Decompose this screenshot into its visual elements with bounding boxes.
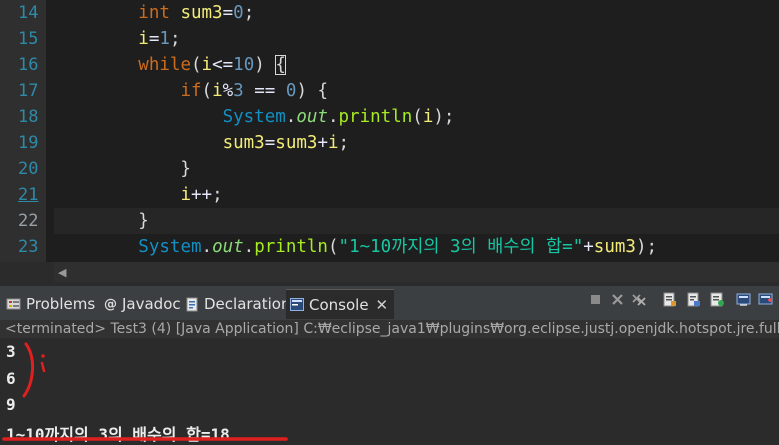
declaration-icon	[186, 297, 198, 311]
console-status-line: <terminated> Test3 (4) [Java Application…	[0, 320, 779, 338]
line-number: 23	[18, 237, 39, 257]
console-output-line: 1~10까지의 3의 배수의 합=18	[6, 425, 230, 444]
console-output-line: 9	[6, 395, 16, 414]
code-line[interactable]: sum3=sum3+i;	[54, 130, 779, 156]
code-line[interactable]: while(i<=10) {	[54, 52, 779, 78]
console-output[interactable]: 3 6 9 1~10까지의 3의 배수의 합=18	[0, 338, 779, 444]
tab-problems[interactable]: Problems	[6, 294, 95, 314]
scroll-gutter	[0, 262, 54, 282]
line-number: 15	[18, 29, 39, 49]
horizontal-scrollbar[interactable]: ◀	[54, 262, 779, 282]
javadoc-icon: @	[104, 296, 117, 312]
remove-all-icon[interactable]	[631, 292, 646, 307]
line-number-current: 22	[18, 211, 39, 231]
tab-javadoc[interactable]: @ Javadoc	[104, 294, 181, 314]
console-output-line: 3	[6, 342, 16, 361]
tab-label: Console	[309, 295, 369, 314]
line-number: 21	[18, 185, 39, 205]
line-number-gutter: 14 15 16 17 18 19 20 21 22 23	[4, 0, 46, 262]
pin-console-icon[interactable]	[710, 292, 725, 307]
word-wrap-icon[interactable]	[686, 292, 701, 307]
code-line[interactable]: i=1;	[54, 26, 779, 52]
code-editor[interactable]: 14 15 16 17 18 19 20 21 22 23 int sum3=0…	[0, 0, 779, 262]
close-icon[interactable]: ✕	[376, 296, 389, 314]
line-number: 18	[18, 107, 39, 127]
code-area[interactable]: int sum3=0; i=1; while(i<=10) { if(i%3 =…	[54, 0, 779, 262]
scroll-left-arrow-icon[interactable]: ◀	[58, 266, 66, 279]
tab-label: Problems	[26, 295, 96, 313]
problems-icon	[6, 298, 21, 310]
code-line[interactable]: System.out.println(i);	[54, 104, 779, 130]
code-line[interactable]: }	[54, 156, 779, 182]
line-number: 16	[18, 55, 39, 75]
line-number: 19	[18, 133, 39, 153]
tab-label: Declaration	[204, 295, 291, 313]
tab-declaration[interactable]: Declaration	[186, 294, 290, 314]
code-line[interactable]: System.out.println("1~10까지의 3의 배수의 합="+s…	[54, 234, 779, 260]
open-console-icon[interactable]	[758, 292, 773, 307]
display-selected-console-icon[interactable]	[736, 292, 751, 307]
line-number: 14	[18, 3, 39, 23]
code-line-current[interactable]: }	[54, 208, 779, 234]
code-line[interactable]: int sum3=0;	[54, 0, 779, 26]
tab-console[interactable]: Console ✕	[286, 289, 395, 319]
tab-label: Javadoc	[122, 295, 181, 313]
scroll-lock-icon[interactable]	[662, 292, 677, 307]
terminate-icon[interactable]	[588, 292, 603, 307]
code-line[interactable]: if(i%3 == 0) {	[54, 78, 779, 104]
remove-launch-icon[interactable]	[610, 292, 625, 307]
console-output-line: 6	[6, 369, 16, 388]
console-icon	[290, 298, 304, 311]
line-number: 20	[18, 159, 39, 179]
code-line[interactable]: i++;	[54, 182, 779, 208]
line-number: 17	[18, 81, 39, 101]
